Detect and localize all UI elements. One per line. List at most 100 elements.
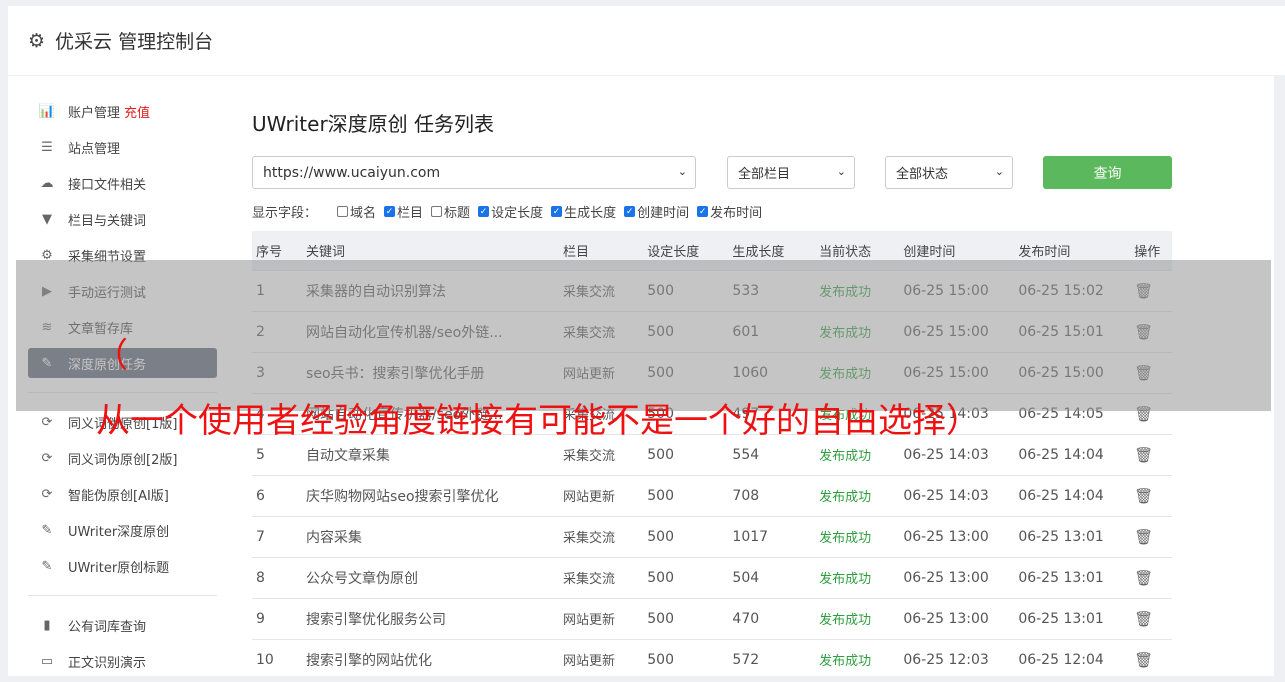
sidebar-item-items3-1[interactable]: ▭ 正文识别演示 <box>28 646 217 676</box>
table-cell: 网站更新 <box>559 638 644 680</box>
table-cell: 网站更新 <box>559 597 644 639</box>
table-cell: 470 <box>728 597 816 639</box>
checkbox-checked-icon[interactable]: ✓ <box>624 206 636 217</box>
sidebar-item-label: 栏目与关键词 <box>68 213 147 229</box>
page-title: UWriter深度原创 任务列表 <box>252 112 495 136</box>
table-cell: 572 <box>728 638 816 680</box>
table-cell: 9 <box>252 597 303 639</box>
table-cell: 06-25 12:04 <box>1014 638 1131 680</box>
table-row: 9 搜索引擎优化服务公司 网站更新 500 470 发布成功 06-25 13:00 06-2… <box>252 597 1172 639</box>
sidebar-item-items2-1[interactable]: ⟳ 同义词伪原创[2版] <box>28 443 217 473</box>
field-checkbox[interactable]: ✓ 栏目 <box>384 202 423 221</box>
recharge-link[interactable]: 充值 <box>124 102 150 121</box>
table-cell: 500 <box>643 474 729 516</box>
sidebar-item-label: 同义词伪原创[2版] <box>68 452 178 468</box>
display-fields-label: 显示字段： <box>252 206 318 221</box>
app-header: ⚙ 优采云 管理控制台 <box>8 6 1285 75</box>
table-cell: 504 <box>728 556 816 598</box>
table-cell: 500 <box>643 597 729 639</box>
sidebar-item-items2-3[interactable]: ✎ UWriter深度原创 <box>28 515 217 545</box>
gear-icon: ⚙ <box>28 29 46 52</box>
action-cell: 🗑 <box>1130 597 1172 639</box>
action-cell: 🗑 <box>1130 638 1172 680</box>
sidebar-item-label: 账户管理 <box>68 105 121 121</box>
overlay-text: 从一个使用者经验角度链接有可能不是一个好的自由选择） <box>96 401 980 441</box>
chevron-down-icon: ⌄ <box>994 165 1004 178</box>
refresh-icon: ⟳ <box>41 450 53 466</box>
action-cell: 🗑 <box>1130 433 1172 475</box>
sidebar-item-label: 智能伪原创[AI版] <box>68 488 169 504</box>
table-cell: 发布成功 <box>815 638 900 680</box>
table-cell: 06-25 13:00 <box>899 597 1015 639</box>
trash-icon[interactable]: 🗑 <box>1134 610 1153 628</box>
field-checkbox[interactable]: 域名 <box>337 202 376 221</box>
field-checkbox-label: 生成长度 <box>564 206 617 221</box>
sidebar-item-items-2[interactable]: ☁ 接口文件相关 <box>28 168 217 198</box>
trash-icon[interactable]: 🗑 <box>1134 569 1153 587</box>
trash-icon[interactable]: 🗑 <box>1134 487 1153 505</box>
table-cell: 10 <box>252 638 303 680</box>
site-url-select[interactable]: https://www.ucaiyun.com ⌄ <box>252 156 696 189</box>
chevron-down-icon: ⌄ <box>677 165 687 178</box>
sidebar-item-items-0[interactable]: 📊 账户管理 充值 <box>28 96 217 126</box>
query-button[interactable]: 查询 <box>1043 156 1172 189</box>
sidebar-item-items-3[interactable]: ▼ 栏目与关键词 <box>28 204 217 234</box>
field-checkbox[interactable]: ✓ 生成长度 <box>551 202 616 221</box>
field-checkbox-label: 栏目 <box>397 206 424 221</box>
table-row: 8 公众号文章伪原创 采集交流 500 504 发布成功 06-25 13:00 06-25 … <box>252 556 1172 598</box>
table-cell: 庆华购物网站seo搜索引擎优化 <box>302 474 560 516</box>
sidebar-item-label: UWriter深度原创 <box>68 524 170 540</box>
table-cell: 500 <box>643 515 729 557</box>
sidebar-divider <box>28 595 217 596</box>
table-cell: 06-25 13:00 <box>899 556 1015 598</box>
status-select[interactable]: 全部状态 ⌄ <box>885 156 1013 189</box>
action-cell: 🗑 <box>1130 515 1172 557</box>
field-checkbox-label: 发布时间 <box>710 206 763 221</box>
trash-icon[interactable]: 🗑 <box>1134 528 1153 546</box>
checkbox-unchecked-icon[interactable] <box>337 206 349 217</box>
checkbox-checked-icon[interactable]: ✓ <box>478 206 490 217</box>
trash-icon[interactable]: 🗑 <box>1134 651 1153 669</box>
field-checkbox[interactable]: ✓ 创建时间 <box>624 202 689 221</box>
table-cell: 7 <box>252 515 303 557</box>
field-checkbox-label: 创建时间 <box>637 206 690 221</box>
monitor-icon: ▭ <box>40 653 54 669</box>
sidebar-item-items2-2[interactable]: ⟳ 智能伪原创[AI版] <box>28 479 217 509</box>
action-cell: 🗑 <box>1130 556 1172 598</box>
table-cell: 采集交流 <box>559 515 644 557</box>
overlay-paren: （ <box>94 336 128 376</box>
column-select[interactable]: 全部栏目 ⌄ <box>727 156 855 189</box>
field-checkbox[interactable]: ✓ 设定长度 <box>478 202 543 221</box>
sidebar-item-items-1[interactable]: ☰ 站点管理 <box>28 132 217 162</box>
edit-icon: ✎ <box>41 558 53 574</box>
display-fields: 显示字段： 域名 ✓ 栏目 标题 ✓ 设定长度 ✓ 生成长度 ✓ 创建时间 ✓ 发布时间 <box>252 202 770 221</box>
checkbox-unchecked-icon[interactable] <box>431 206 443 217</box>
table-cell: 06-25 13:01 <box>1014 515 1131 557</box>
checkbox-checked-icon[interactable]: ✓ <box>697 206 709 217</box>
table-cell: 发布成功 <box>815 515 900 557</box>
refresh-icon: ⟳ <box>41 414 53 430</box>
sidebar-item-items2-4[interactable]: ✎ UWriter原创标题 <box>28 551 217 581</box>
server-icon: ☰ <box>41 139 53 155</box>
sidebar-item-label: 正文识别演示 <box>68 655 147 671</box>
status-select-value: 全部状态 <box>896 167 949 182</box>
book-icon: ▮ <box>43 617 51 633</box>
sidebar-item-label: 站点管理 <box>68 141 121 157</box>
bar-chart-icon: 📊 <box>38 103 56 119</box>
table-cell: 06-25 14:03 <box>899 474 1015 516</box>
field-checkbox[interactable]: ✓ 发布时间 <box>697 202 762 221</box>
table-cell: 公众号文章伪原创 <box>302 556 560 598</box>
checkbox-checked-icon[interactable]: ✓ <box>551 206 563 217</box>
refresh-icon: ⟳ <box>41 486 53 502</box>
table-cell: 搜索引擎优化服务公司 <box>302 597 560 639</box>
table-cell: 网站更新 <box>559 474 644 516</box>
table-cell: 06-25 14:04 <box>1014 433 1131 475</box>
table-cell: 6 <box>252 474 303 516</box>
checkbox-checked-icon[interactable]: ✓ <box>384 206 396 217</box>
field-checkbox[interactable]: 标题 <box>431 202 470 221</box>
trash-icon[interactable]: 🗑 <box>1134 446 1153 464</box>
table-cell: 06-25 14:04 <box>1014 474 1131 516</box>
sidebar-item-items3-0[interactable]: ▮ 公有词库查询 <box>28 610 217 640</box>
table-cell: 1017 <box>728 515 816 557</box>
filter-icon: ▼ <box>42 211 52 227</box>
